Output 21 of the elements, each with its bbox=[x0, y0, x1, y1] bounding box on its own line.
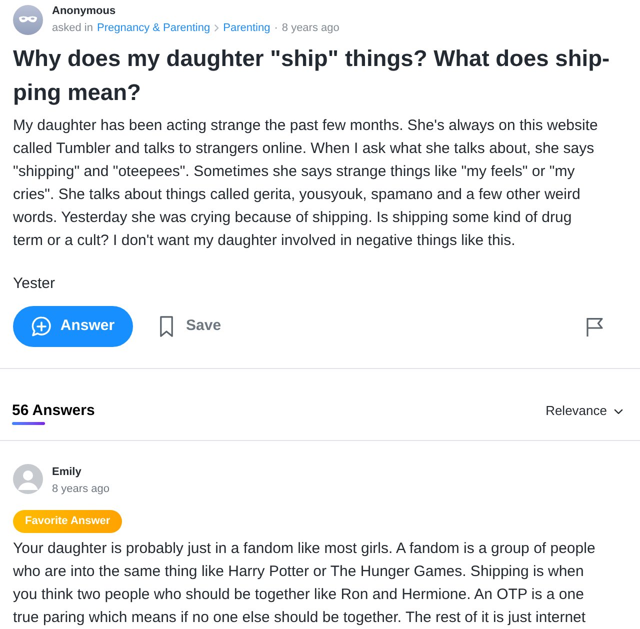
asked-in-label: asked in bbox=[52, 21, 93, 36]
chevron-right-icon bbox=[214, 24, 220, 32]
save-button[interactable]: Save bbox=[160, 306, 222, 347]
anonymous-avatar-icon bbox=[13, 4, 43, 34]
timestamp: 8 years ago bbox=[282, 21, 340, 36]
question-title: Why does my daughter "ship" things? What does ship-ping mean? bbox=[13, 44, 611, 107]
question-text: Yester bbox=[13, 274, 56, 294]
flag-icon[interactable] bbox=[586, 316, 604, 336]
sort-dropdown[interactable]: Relevance bbox=[546, 401, 623, 421]
separator-dot: · bbox=[274, 21, 278, 36]
favorite-answer-badge: Favorite Answer bbox=[13, 510, 122, 533]
bookmark-icon bbox=[160, 316, 173, 337]
answer-text: Your daughter is probably just in a fandom like most girls. A fandom is a group of people who are into the same thing like Harry Potter or The Hunger Games. Shipping is when you think two people who should be together like Ron and Hermione. An OTP is a one true paring which means if no one else should be together. The rest of it is just internet bbox=[13, 539, 596, 628]
author-name[interactable]: Emily bbox=[52, 464, 110, 480]
author-name[interactable]: Anonymous bbox=[52, 3, 340, 19]
question-text: My daughter has been acting strange the past few months. She's always on this website called Tumbler and talks to strangers online. When I ask what she talks about, she says "shipping" and "oteepees". Sometimes she says strange things like "my feels" or "my cries". She talks about things called gerita, yousyouk, spamano and a few other weird words. Yesterday she was crying because of shipping. Is shipping some kind of drug term or a cult? I don't want my daughter involved in negative things like this. bbox=[13, 116, 599, 251]
timestamp: 8 years ago bbox=[52, 482, 110, 497]
user-avatar-icon bbox=[13, 464, 43, 494]
chevron-down-icon bbox=[614, 408, 623, 414]
answers-tab[interactable]: 56 Answers bbox=[12, 401, 95, 425]
add-comment-icon bbox=[31, 316, 52, 337]
